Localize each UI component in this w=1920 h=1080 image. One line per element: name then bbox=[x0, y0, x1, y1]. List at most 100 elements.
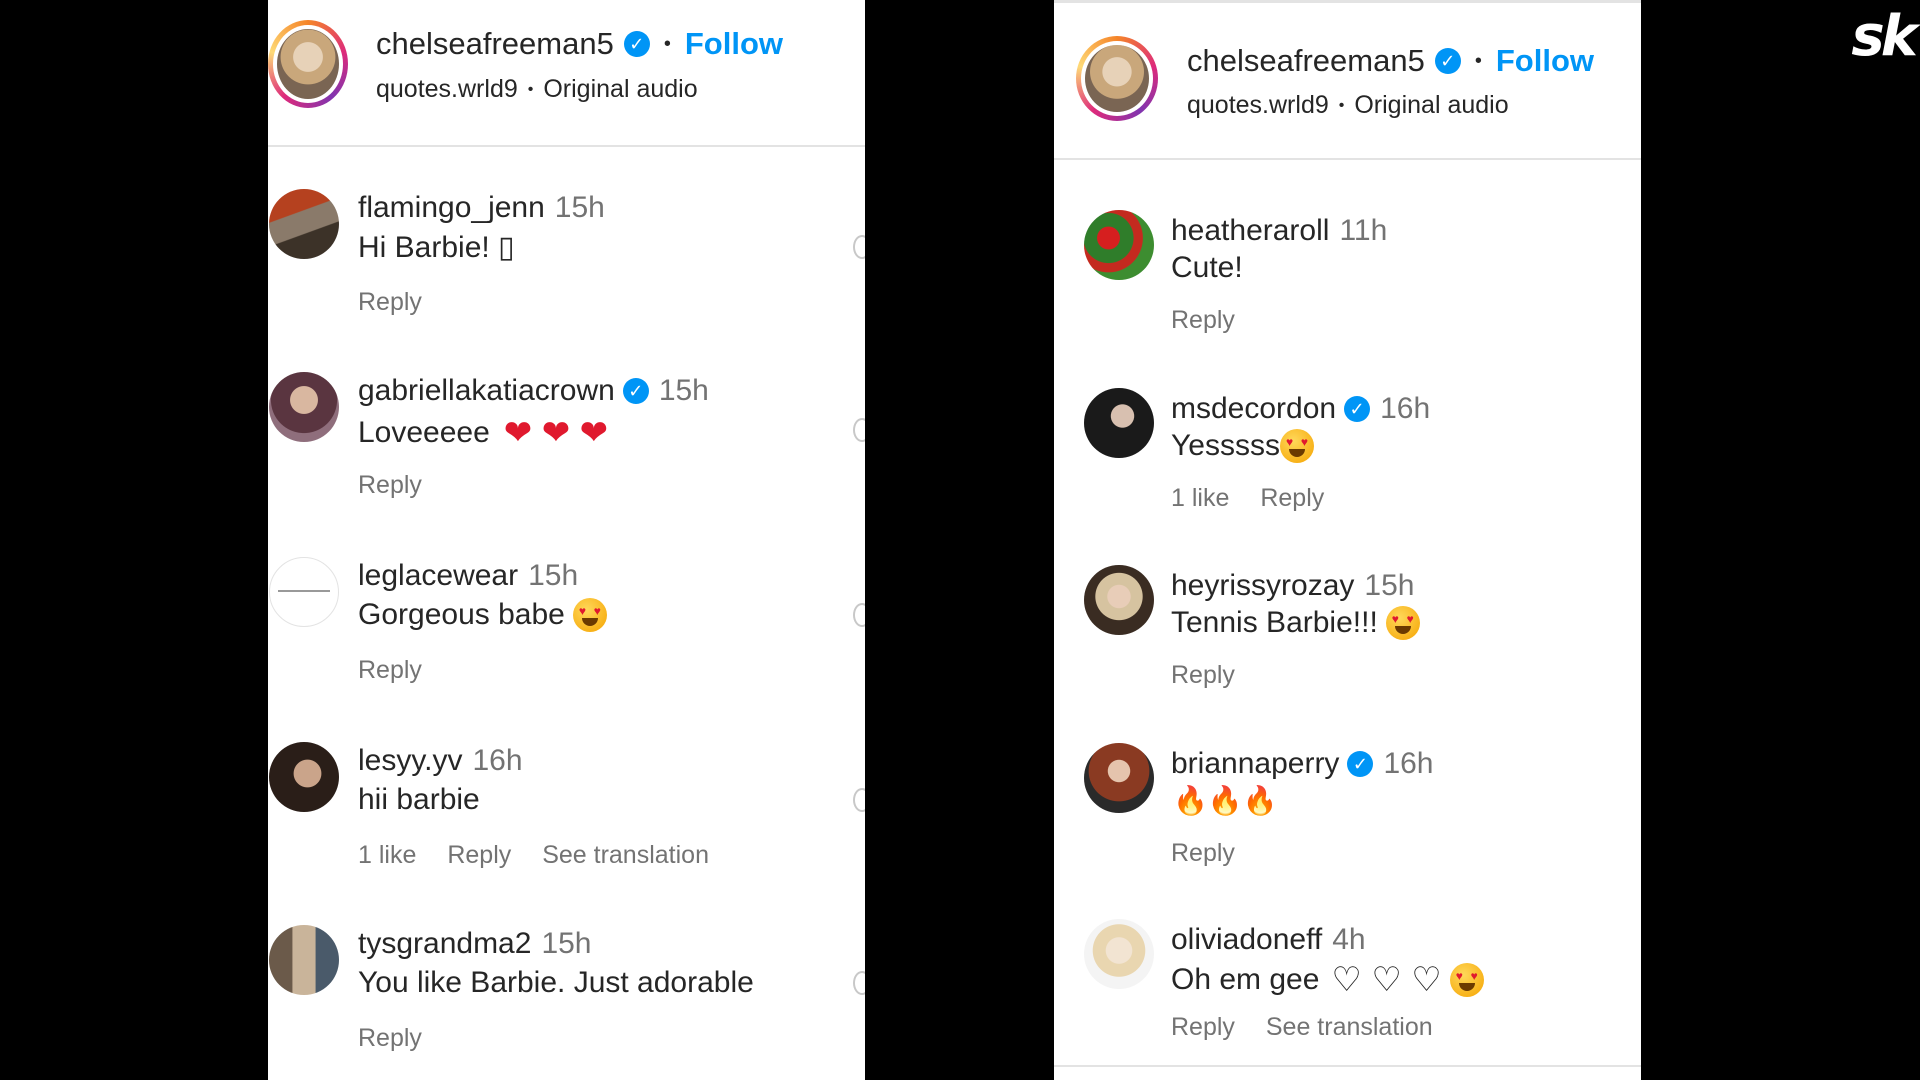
comment-username[interactable]: flamingo_jenn bbox=[358, 191, 545, 225]
header-username[interactable]: chelseafreeman5 bbox=[376, 26, 614, 62]
commenter-avatar[interactable] bbox=[1084, 743, 1154, 813]
brand-logo: sk bbox=[1851, 4, 1918, 69]
comment-time: 4h bbox=[1332, 923, 1366, 956]
comment-item: gabriellakatiacrown ✓ 15h Loveeeee ❤ ❤ ❤… bbox=[268, 368, 865, 518]
scroll-edge-icon bbox=[853, 235, 865, 259]
follow-button[interactable]: Follow bbox=[685, 26, 783, 62]
comment-text: hii barbie bbox=[358, 783, 480, 816]
comment-time: 16h bbox=[1380, 392, 1431, 425]
comment-item: oliviadoneff 4h Oh em gee ♡ ♡ ♡ Reply Se… bbox=[1054, 915, 1641, 1065]
heart-eyes-emoji-icon bbox=[1449, 963, 1484, 997]
reply-button[interactable]: Reply bbox=[447, 841, 511, 869]
commenter-avatar[interactable] bbox=[1084, 210, 1154, 280]
audio-user-link[interactable]: quotes.wrld9 bbox=[1187, 91, 1329, 119]
comments-panel-right: chelseafreeman5 ✓ • Follow quotes.wrld9 •… bbox=[1054, 0, 1641, 1080]
comment-username[interactable]: briannaperry bbox=[1171, 747, 1339, 781]
header-username[interactable]: chelseafreeman5 bbox=[1187, 43, 1425, 79]
comment-text: Tennis Barbie!!! bbox=[1171, 606, 1378, 639]
separator: • bbox=[663, 32, 671, 55]
comment-username[interactable]: heyrissyrozay bbox=[1171, 569, 1354, 603]
like-count[interactable]: 1 like bbox=[1171, 484, 1229, 512]
commenter-avatar[interactable] bbox=[1084, 919, 1154, 989]
scroll-edge-icon bbox=[853, 603, 865, 627]
commenter-avatar[interactable] bbox=[269, 189, 339, 259]
profile-avatar[interactable] bbox=[268, 20, 348, 108]
separator: • bbox=[1338, 97, 1345, 115]
commenter-avatar[interactable] bbox=[269, 925, 339, 995]
reply-button[interactable]: Reply bbox=[1171, 839, 1235, 867]
reply-button[interactable]: Reply bbox=[1260, 484, 1324, 512]
panel-bottom-divider bbox=[1054, 1065, 1641, 1067]
comment-username[interactable]: oliviadoneff bbox=[1171, 923, 1322, 957]
comment-item: leglacewear 15h Gorgeous babe Reply bbox=[268, 553, 865, 703]
comment-text: Loveeeee bbox=[358, 416, 490, 449]
reply-button[interactable]: Reply bbox=[358, 1024, 422, 1052]
comment-item: tysgrandma2 15h You like Barbie. Just ad… bbox=[268, 921, 865, 1071]
red-heart-emoji-icon: ❤ ❤ ❤ bbox=[503, 414, 609, 452]
separator: • bbox=[1474, 49, 1482, 72]
heart-eyes-emoji-icon bbox=[572, 598, 607, 632]
see-translation-button[interactable]: See translation bbox=[542, 841, 709, 869]
verified-badge-icon: ✓ bbox=[1434, 48, 1461, 74]
comment-time: 15h bbox=[541, 927, 592, 960]
heart-eyes-emoji-icon bbox=[1385, 606, 1420, 640]
comments-panel-left: chelseafreeman5 ✓ • Follow quotes.wrld9 •… bbox=[268, 0, 865, 1080]
separator: • bbox=[527, 81, 534, 99]
commenter-avatar[interactable] bbox=[1084, 565, 1154, 635]
comment-item: heatheraroll 11h Cute! Reply bbox=[1054, 206, 1641, 356]
reply-button[interactable]: Reply bbox=[1171, 661, 1235, 689]
comment-username[interactable]: heatheraroll bbox=[1171, 214, 1329, 248]
comment-item: heyrissyrozay 15h Tennis Barbie!!! Reply bbox=[1054, 561, 1641, 711]
original-audio-link[interactable]: Original audio bbox=[1354, 91, 1508, 119]
comment-text: You like Barbie. Just adorable bbox=[358, 966, 754, 999]
post-header: chelseafreeman5 ✓ • Follow quotes.wrld9 •… bbox=[268, 0, 865, 147]
comment-text: Hi Barbie! ▯ bbox=[358, 231, 515, 264]
see-translation-button[interactable]: See translation bbox=[1266, 1013, 1433, 1041]
commenter-avatar[interactable] bbox=[1084, 388, 1154, 458]
heart-eyes-emoji-icon bbox=[1279, 429, 1314, 463]
comment-time: 15h bbox=[554, 191, 605, 224]
commenter-avatar[interactable] bbox=[269, 372, 339, 442]
comment-time: 11h bbox=[1339, 214, 1388, 247]
comment-time: 16h bbox=[1383, 747, 1434, 780]
reply-button[interactable]: Reply bbox=[358, 471, 422, 499]
comment-username[interactable]: tysgrandma2 bbox=[358, 927, 531, 961]
commenter-avatar[interactable] bbox=[269, 557, 339, 627]
comment-text: Yesssss bbox=[1171, 429, 1280, 462]
white-heart-emoji-icon: ♡ ♡ ♡ bbox=[1331, 961, 1442, 999]
comment-text: Gorgeous babe bbox=[358, 598, 565, 631]
comment-item: briannaperry ✓ 16h 🔥🔥🔥 Reply bbox=[1054, 739, 1641, 889]
comment-item: lesyy.yv 16h hii barbie 1 like Reply See… bbox=[268, 738, 865, 888]
comment-time: 15h bbox=[658, 374, 709, 407]
reply-button[interactable]: Reply bbox=[1171, 1013, 1235, 1041]
comment-time: 16h bbox=[472, 744, 523, 777]
like-count[interactable]: 1 like bbox=[358, 841, 416, 869]
verified-badge-icon: ✓ bbox=[1347, 751, 1374, 777]
follow-button[interactable]: Follow bbox=[1496, 43, 1594, 79]
original-audio-link[interactable]: Original audio bbox=[543, 75, 697, 103]
scroll-edge-icon bbox=[853, 971, 865, 995]
verified-badge-icon: ✓ bbox=[622, 378, 649, 404]
comment-text: Cute! bbox=[1171, 251, 1243, 284]
comment-text: Oh em gee bbox=[1171, 963, 1320, 996]
post-header: chelseafreeman5 ✓ • Follow quotes.wrld9 •… bbox=[1054, 3, 1641, 160]
commenter-avatar[interactable] bbox=[269, 742, 339, 812]
fire-emoji-icon: 🔥🔥🔥 bbox=[1173, 785, 1278, 816]
comment-username[interactable]: leglacewear bbox=[358, 559, 518, 593]
comment-time: 15h bbox=[528, 559, 579, 592]
profile-avatar[interactable] bbox=[1076, 36, 1158, 121]
comment-username[interactable]: lesyy.yv bbox=[358, 744, 462, 778]
reply-button[interactable]: Reply bbox=[358, 656, 422, 684]
verified-badge-icon: ✓ bbox=[623, 31, 650, 57]
scroll-edge-icon bbox=[853, 418, 865, 442]
comment-username[interactable]: msdecordon bbox=[1171, 392, 1336, 426]
comment-item: msdecordon ✓ 16h Yesssss 1 like Reply bbox=[1054, 384, 1641, 534]
audio-user-link[interactable]: quotes.wrld9 bbox=[376, 75, 518, 103]
comment-time: 15h bbox=[1364, 569, 1415, 602]
comment-username[interactable]: gabriellakatiacrown bbox=[358, 374, 615, 408]
verified-badge-icon: ✓ bbox=[1344, 396, 1371, 422]
reply-button[interactable]: Reply bbox=[1171, 306, 1235, 334]
reply-button[interactable]: Reply bbox=[358, 288, 422, 316]
comment-item: flamingo_jenn 15h Hi Barbie! ▯ Reply bbox=[268, 185, 865, 335]
scroll-edge-icon bbox=[853, 788, 865, 812]
